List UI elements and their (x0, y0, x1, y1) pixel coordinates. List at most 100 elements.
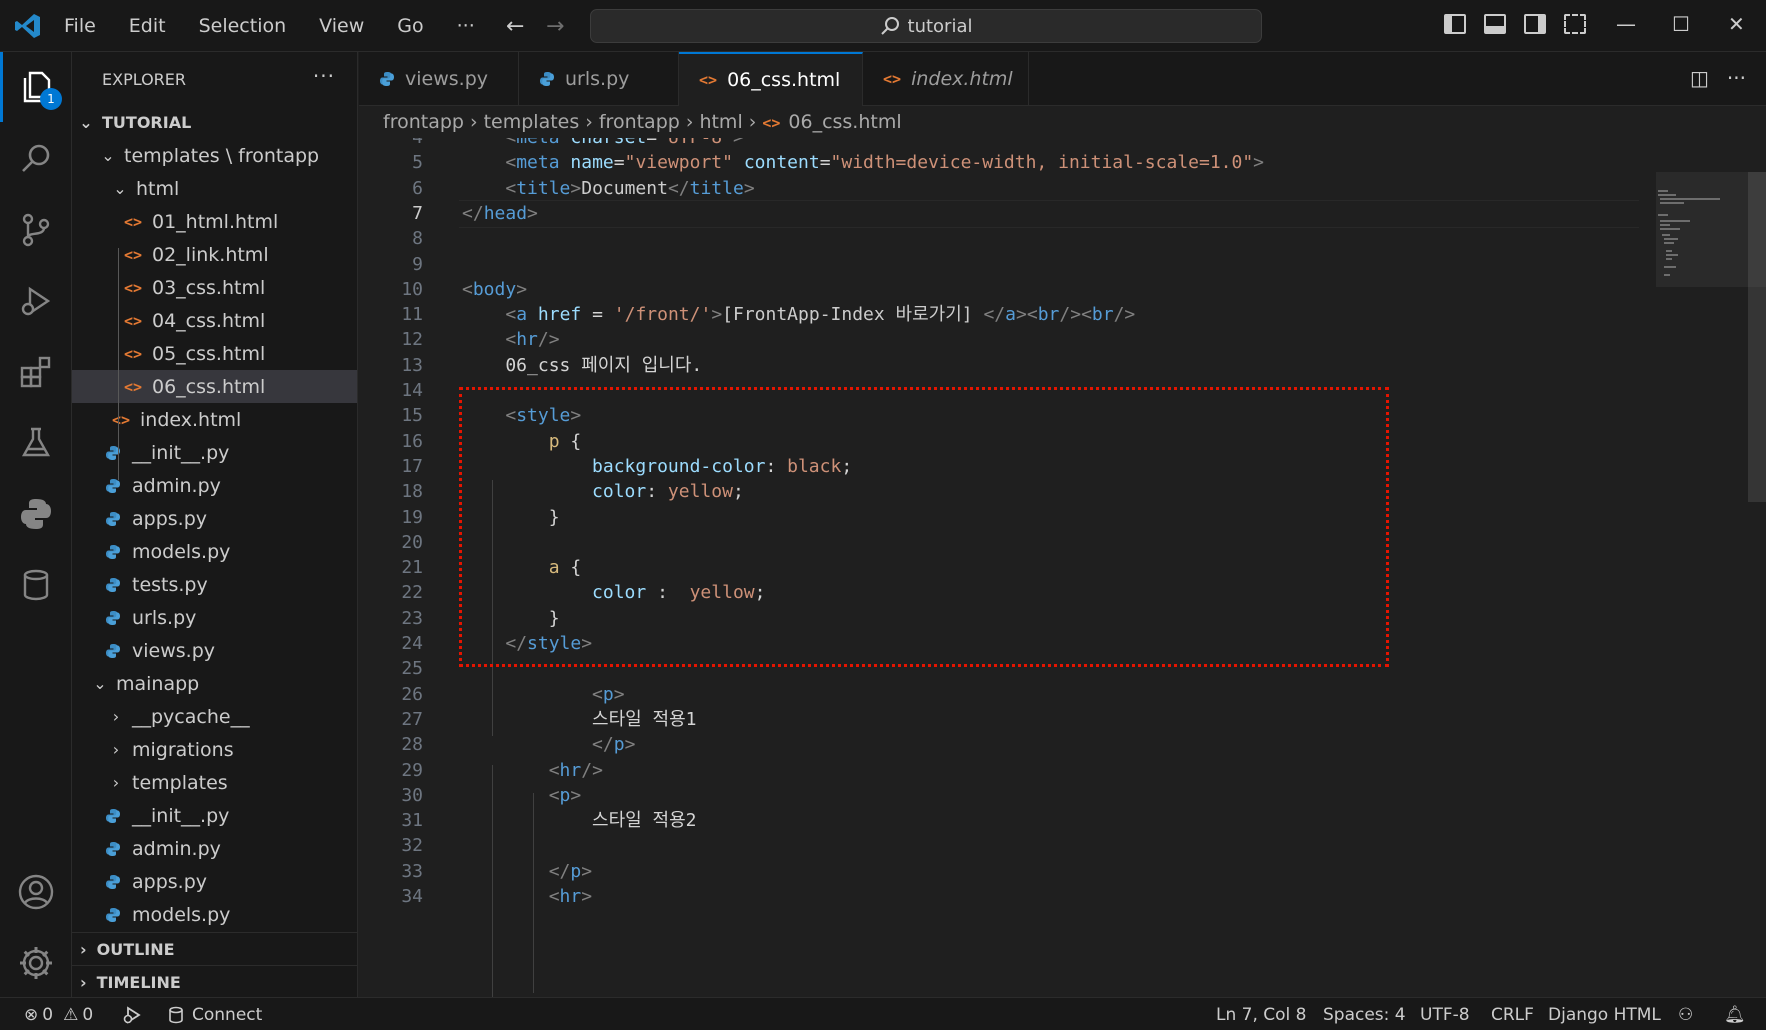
tab-urls-py[interactable]: urls.py (519, 52, 679, 106)
breadcrumb-item[interactable]: html (699, 111, 742, 133)
code-line[interactable]: 31 스타일 적용2 (359, 807, 1766, 836)
code-line[interactable]: 24 </style> (359, 630, 1766, 659)
code-line[interactable]: 8 (359, 225, 1766, 254)
tree-file[interactable]: <> 01_html.html (72, 205, 357, 238)
code-line[interactable]: 6 <title>Document</title> (359, 175, 1766, 204)
code-line[interactable]: 33 </p> (359, 858, 1766, 887)
tree-folder[interactable]: ⌄ templates \ frontapp (72, 139, 357, 172)
forward-arrow-icon[interactable]: → (546, 14, 564, 39)
menu-more[interactable]: ··· (457, 15, 475, 37)
workspace-root[interactable]: ⌄ TUTORIAL (72, 106, 357, 139)
close-icon[interactable]: ✕ (1728, 12, 1745, 36)
run-debug-activity[interactable] (0, 266, 72, 336)
code-line[interactable]: 20 (359, 529, 1766, 558)
minimize-icon[interactable]: — (1616, 12, 1636, 36)
code-line[interactable]: 22 color : yellow; (359, 579, 1766, 608)
more-actions-icon[interactable]: ··· (1727, 66, 1746, 90)
problems-indicator[interactable]: ⊗ 0 ⚠ 0 (24, 998, 93, 1030)
tree-folder[interactable]: ⌄ mainapp (72, 667, 357, 700)
notifications-bell-icon[interactable]: 🔔︎ (1724, 998, 1746, 1030)
tree-file[interactable]: <> 02_link.html (72, 238, 357, 271)
debug-status[interactable] (122, 998, 142, 1030)
tree-file[interactable]: admin.py (72, 469, 357, 502)
tree-file[interactable]: apps.py (72, 865, 357, 898)
code-line[interactable]: 16 p { (359, 428, 1766, 457)
toggle-panel-icon[interactable] (1484, 14, 1506, 34)
vertical-scrollbar[interactable] (1748, 172, 1766, 502)
tree-file[interactable]: <> 05_css.html (72, 337, 357, 370)
code-line[interactable]: 25 (359, 655, 1766, 684)
code-line[interactable]: 34 <hr> (359, 883, 1766, 912)
tree-file[interactable]: <> 06_css.html (72, 370, 357, 403)
back-arrow-icon[interactable]: ← (506, 14, 524, 39)
database-activity[interactable] (0, 550, 72, 620)
split-editor-icon[interactable]: ◫ (1690, 66, 1709, 90)
tree-folder[interactable]: › templates (72, 766, 357, 799)
extensions-activity[interactable] (0, 337, 72, 407)
code-line[interactable]: 30 <p> (359, 782, 1766, 811)
connect-status[interactable]: Connect (168, 998, 262, 1030)
tab-06-css-html[interactable]: <> 06_css.html (679, 52, 863, 106)
feedback-icon[interactable]: ⚇ (1678, 998, 1693, 1030)
explorer-more-icon[interactable]: ··· (313, 64, 335, 88)
breadcrumb-item[interactable]: frontapp (383, 111, 464, 133)
encoding-status[interactable]: UTF-8 (1420, 998, 1470, 1030)
menu-go[interactable]: Go (397, 15, 423, 37)
tree-file[interactable]: tests.py (72, 568, 357, 601)
language-mode[interactable]: Django HTML (1548, 998, 1661, 1030)
tree-folder[interactable]: ⌄ html (72, 172, 357, 205)
tab-index-html[interactable]: <> index.html (863, 52, 1029, 106)
menu-view[interactable]: View (319, 15, 364, 37)
eol-status[interactable]: CRLF (1491, 998, 1534, 1030)
manage-activity[interactable] (0, 928, 72, 998)
menu-edit[interactable]: Edit (129, 15, 166, 37)
code-line[interactable]: 28 </p> (359, 731, 1766, 760)
toggle-secondary-sidebar-icon[interactable] (1524, 14, 1546, 34)
code-line[interactable]: 11 <a href = '/front/'>[FrontApp-Index 바… (359, 301, 1766, 330)
code-line[interactable]: 32 (359, 832, 1766, 861)
code-line[interactable]: 10 <body> (359, 276, 1766, 305)
accounts-activity[interactable] (0, 857, 72, 927)
code-line[interactable]: 27 스타일 적용1 (359, 706, 1766, 735)
code-line[interactable]: 19 } (359, 504, 1766, 533)
toggle-primary-sidebar-icon[interactable] (1444, 14, 1466, 34)
customize-layout-icon[interactable] (1564, 14, 1586, 34)
tree-folder[interactable]: › __pycache__ (72, 700, 357, 733)
breadcrumb-item[interactable]: templates (484, 111, 580, 133)
breadcrumb-item[interactable]: 06_css.html (788, 111, 901, 133)
menu-selection[interactable]: Selection (199, 15, 287, 37)
indentation-status[interactable]: Spaces: 4 (1323, 998, 1406, 1030)
tree-file[interactable]: __init__.py (72, 799, 357, 832)
tree-file[interactable]: views.py (72, 634, 357, 667)
code-line[interactable]: 23 } (359, 605, 1766, 634)
code-line[interactable]: 21 a { (359, 554, 1766, 583)
code-line[interactable]: 12 <hr/> (359, 326, 1766, 355)
tree-folder[interactable]: › migrations (72, 733, 357, 766)
menu-file[interactable]: File (64, 15, 96, 37)
maximize-icon[interactable]: ☐ (1672, 12, 1690, 36)
tab-views-py[interactable]: views.py (359, 52, 519, 106)
code-line[interactable]: 29 <hr/> (359, 757, 1766, 786)
tree-file[interactable]: <> index.html (72, 403, 357, 436)
outline-section[interactable]: › OUTLINE (72, 932, 357, 965)
testing-activity[interactable] (0, 408, 72, 478)
tree-file[interactable]: models.py (72, 898, 357, 931)
search-activity[interactable] (0, 124, 72, 194)
timeline-section[interactable]: › TIMELINE (72, 965, 357, 997)
tree-file[interactable]: <> 04_css.html (72, 304, 357, 337)
code-line[interactable]: 18 color: yellow; (359, 478, 1766, 507)
code-line[interactable]: 17 background-color: black; (359, 453, 1766, 482)
tree-file[interactable]: models.py (72, 535, 357, 568)
code-line[interactable]: 9 (359, 251, 1766, 280)
explorer-activity[interactable]: 1 (0, 52, 72, 122)
code-editor[interactable]: 4 <meta charset="UTF-8">5 <meta name="vi… (359, 138, 1766, 997)
tree-file[interactable]: <> 03_css.html (72, 271, 357, 304)
tree-file[interactable]: admin.py (72, 832, 357, 865)
python-activity[interactable] (0, 479, 72, 549)
tree-file[interactable]: apps.py (72, 502, 357, 535)
tree-file[interactable]: urls.py (72, 601, 357, 634)
tree-file[interactable]: __init__.py (72, 436, 357, 469)
code-line[interactable]: 5 <meta name="viewport" content="width=d… (359, 149, 1766, 178)
command-center-search[interactable]: tutorial (590, 9, 1262, 43)
code-line[interactable]: 15 <style> (359, 402, 1766, 431)
